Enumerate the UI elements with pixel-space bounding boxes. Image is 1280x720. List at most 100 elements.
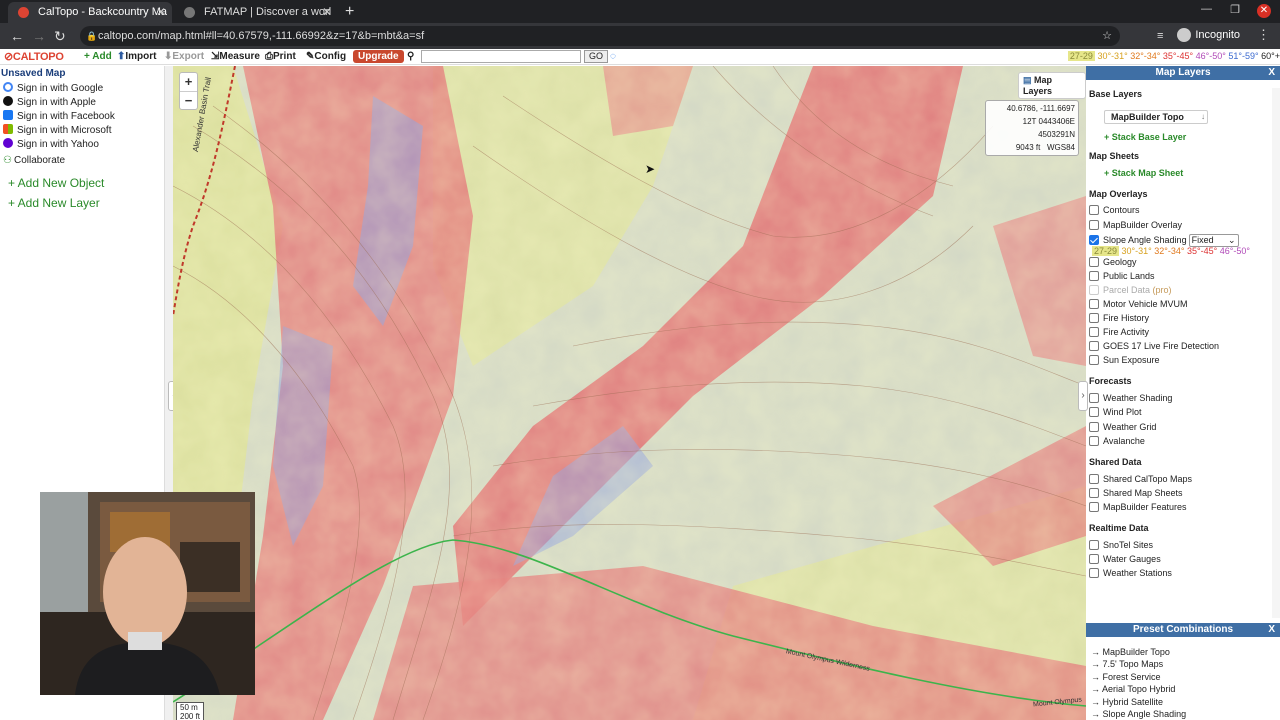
preset-item[interactable]: → 7.5' Topo Maps [1091,659,1163,669]
signin-microsoft[interactable]: Sign in with Microsoft [3,124,111,136]
caltopo-toolbar: ⊘CALTOPO + Add ⬆Import ⬇Export ⇲Measure … [0,49,1280,65]
measure-button[interactable]: ⇲Measure [211,51,260,62]
browser-tab-caltopo[interactable]: CalTopo - Backcountry Ma ✕ [8,2,172,23]
restore-icon[interactable]: ❐ [1230,3,1240,16]
print-button[interactable]: ⎙Print [265,51,296,62]
checkbox[interactable] [1089,474,1099,484]
close-presets-icon[interactable]: X [1268,623,1275,637]
reload-icon[interactable]: ↻ [54,27,66,45]
shared-map-sheets[interactable]: Shared Map Sheets [1089,488,1183,498]
checkbox[interactable] [1089,205,1099,215]
realtime-water-gauges[interactable]: Water Gauges [1089,554,1161,564]
new-tab-icon[interactable]: + [345,2,354,21]
checkbox[interactable] [1089,299,1099,309]
forecast-weather-grid[interactable]: Weather Grid [1089,422,1156,432]
binoculars-icon[interactable]: ⚲ [407,51,414,62]
checkbox[interactable] [1089,422,1099,432]
overlay-goes17[interactable]: GOES 17 Live Fire Detection [1089,341,1219,351]
checkbox[interactable] [1089,488,1099,498]
stack-base-layer-link[interactable]: + Stack Base Layer [1104,132,1186,142]
window-close-icon[interactable]: ✕ [1257,4,1271,18]
search-input[interactable] [421,50,581,63]
minimize-icon[interactable]: — [1201,3,1212,15]
layers-scrollbar[interactable] [1272,88,1280,618]
caltopo-logo[interactable]: ⊘CALTOPO [4,50,64,63]
checkbox-checked[interactable] [1089,235,1099,245]
incognito-profile[interactable]: Incognito [1177,28,1240,42]
url-field[interactable]: 🔒 caltopo.com/map.html#ll=40.67579,-111.… [80,26,1120,46]
add-new-layer-link[interactable]: + Add New Layer [8,196,100,210]
checkbox[interactable] [1089,436,1099,446]
collapse-right-panel-icon[interactable]: › [1078,381,1088,411]
checkbox[interactable] [1089,540,1099,550]
shared-caltopo-maps[interactable]: Shared CalTopo Maps [1089,474,1192,484]
back-icon[interactable]: ← [10,27,24,45]
overlay-fire-history[interactable]: Fire History [1089,313,1149,323]
signin-apple[interactable]: Sign in with Apple [3,96,96,108]
yahoo-icon [3,138,13,148]
forecast-wind-plot[interactable]: Wind Plot [1089,407,1142,417]
go-button[interactable]: GO [584,50,609,63]
overlay-contours[interactable]: Contours [1089,205,1140,215]
slope-legend-top: 27-29 30°-31° 32°-34° 35°-45° 46°-50° 51… [1067,51,1280,61]
legend-item: 32°-34° [1154,246,1185,256]
config-button[interactable]: ✎Config [306,51,346,62]
preset-item[interactable]: → MapBuilder Topo [1091,647,1170,657]
chevron-down-icon: ↓ [1201,112,1205,121]
bookmark-star-icon[interactable]: ☆ [1102,26,1112,46]
realtime-weather-stations[interactable]: Weather Stations [1089,568,1172,578]
browser-menu-icon[interactable]: ⋮ [1257,27,1270,43]
overlay-sun-exposure[interactable]: Sun Exposure [1089,355,1160,365]
checkbox[interactable] [1089,554,1099,564]
signin-google[interactable]: Sign in with Google [3,82,103,94]
overlay-public-lands[interactable]: Public Lands [1089,271,1155,281]
add-button[interactable]: + Add [84,51,112,62]
coord-elevation: 9043 ft WGS84 [1015,143,1075,152]
checkbox[interactable] [1089,568,1099,578]
realtime-snotel[interactable]: SnoTel Sites [1089,540,1153,550]
preset-item[interactable]: → Slope Angle Shading [1091,709,1186,719]
checkbox[interactable] [1089,313,1099,323]
preset-combinations-header: Preset Combinations X [1086,623,1280,637]
media-controls-icon[interactable]: ≡ [1157,27,1163,45]
checkbox[interactable] [1089,393,1099,403]
overlay-fire-activity[interactable]: Fire Activity [1089,327,1149,337]
coordinate-readout: 40.6786, -111.6697 12T 0443406E 4503291N… [985,100,1079,156]
add-new-object-link[interactable]: + Add New Object [8,176,104,190]
import-button[interactable]: ⬆Import [117,51,157,62]
overlay-mapbuilder[interactable]: MapBuilder Overlay [1089,220,1182,230]
signin-facebook[interactable]: Sign in with Facebook [3,110,115,122]
preset-item[interactable]: → Aerial Topo Hybrid [1091,684,1175,694]
export-button[interactable]: ⬇Export [164,51,204,62]
checkbox[interactable] [1089,355,1099,365]
close-layers-panel-icon[interactable]: X [1268,66,1275,80]
forecast-avalanche[interactable]: Avalanche [1089,436,1145,446]
zoom-out-button[interactable]: − [180,91,197,109]
checkbox[interactable] [1089,257,1099,267]
checkbox[interactable] [1089,502,1099,512]
checkbox[interactable] [1089,407,1099,417]
checkbox[interactable] [1089,327,1099,337]
checkbox[interactable] [1089,341,1099,351]
collaborate-button[interactable]: ⚇ Collaborate [3,155,65,166]
map-canvas[interactable]: Alexander Basin Trail Mount Olympus Wild… [173,66,1086,720]
close-tab-icon[interactable]: ✕ [156,2,166,23]
close-tab-icon[interactable]: ✕ [322,2,332,23]
stack-map-sheet-link[interactable]: + Stack Map Sheet [1104,168,1183,178]
preset-item[interactable]: → Hybrid Satellite [1091,697,1163,707]
map-layers-button[interactable]: ▤ Map Layers [1018,72,1086,99]
signin-yahoo[interactable]: Sign in with Yahoo [3,138,99,150]
upgrade-button[interactable]: Upgrade [353,50,404,63]
browser-tab-fatmap[interactable]: FATMAP | Discover a worl ✕ [174,2,338,23]
zoom-in-button[interactable]: + [180,73,197,91]
coord-utm: 12T 0443406E 4503291N [1022,117,1075,139]
overlay-mvum[interactable]: Motor Vehicle MVUM [1089,299,1188,309]
forecast-weather-shading[interactable]: Weather Shading [1089,393,1172,403]
checkbox[interactable] [1089,220,1099,230]
base-layer-select[interactable]: MapBuilder Topo ↓ [1104,110,1208,124]
forward-icon[interactable]: → [32,27,46,45]
shared-mapbuilder-features[interactable]: MapBuilder Features [1089,502,1187,512]
preset-item[interactable]: → Forest Service [1091,672,1161,682]
checkbox[interactable] [1089,271,1099,281]
overlay-geology[interactable]: Geology [1089,257,1137,267]
